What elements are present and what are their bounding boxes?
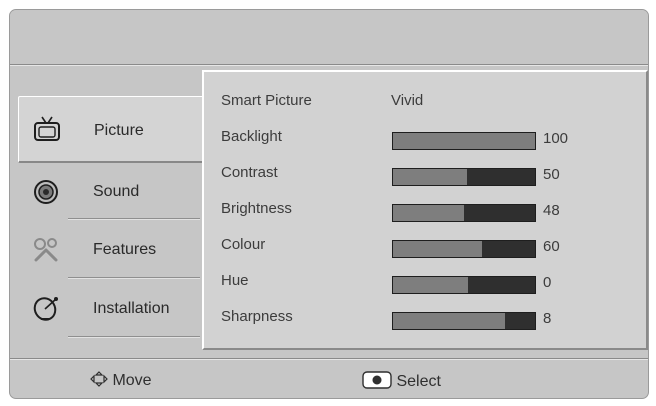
move-hint: Move: [90, 371, 152, 390]
setting-row-smart-picture[interactable]: Smart Picture Vivid: [204, 84, 644, 118]
sidebar-item-sound[interactable]: Sound: [18, 164, 200, 220]
hue-slider[interactable]: [392, 276, 536, 294]
sidebar-item-installation[interactable]: Installation: [18, 281, 200, 337]
setting-row-brightness[interactable]: Brightness 48: [204, 192, 644, 226]
speaker-icon: [32, 178, 60, 206]
sidebar-divider: [68, 218, 200, 220]
slider-fill: [393, 241, 483, 257]
setting-value: 100: [543, 130, 569, 147]
setting-value: 60: [543, 238, 560, 255]
category-sidebar: Picture Sound Features Installation: [10, 90, 204, 338]
select-label: Select: [396, 373, 441, 390]
osd-menu: Picture Sound Features Installation Smar…: [9, 9, 649, 399]
colour-slider[interactable]: [392, 240, 536, 258]
setting-value: 50: [543, 166, 560, 183]
setting-value: 48: [543, 202, 560, 219]
setting-label: Brightness: [221, 200, 292, 217]
sidebar-divider: [68, 277, 200, 279]
top-divider: [10, 64, 648, 66]
setting-row-sharpness[interactable]: Sharpness 8: [204, 300, 644, 334]
sidebar-divider: [68, 336, 200, 338]
slider-fill: [393, 205, 464, 221]
setting-row-hue[interactable]: Hue 0: [204, 264, 644, 298]
setting-row-backlight[interactable]: Backlight 100: [204, 120, 644, 154]
sidebar-item-label: Installation: [93, 300, 170, 317]
ok-button-icon: [362, 371, 392, 389]
setting-label: Sharpness: [221, 308, 293, 325]
title-bar: [10, 10, 648, 64]
setting-row-contrast[interactable]: Contrast 50: [204, 156, 644, 190]
setting-label: Contrast: [221, 164, 278, 181]
slider-fill: [393, 169, 467, 185]
brightness-slider[interactable]: [392, 204, 536, 222]
select-hint: Select: [362, 371, 441, 391]
slider-fill: [393, 313, 506, 329]
wrench-icon: [32, 236, 60, 264]
setting-value: 0: [543, 274, 552, 291]
setting-row-colour[interactable]: Colour 60: [204, 228, 644, 262]
tv-icon: [33, 115, 61, 143]
sharpness-slider[interactable]: [392, 312, 536, 330]
setting-label: Smart Picture: [221, 92, 312, 109]
sidebar-item-label: Sound: [93, 183, 140, 200]
slider-fill: [393, 277, 469, 293]
setting-value: Vivid: [391, 92, 424, 109]
setting-label: Hue: [221, 272, 249, 289]
setting-label: Colour: [221, 236, 266, 253]
sidebar-item-label: Features: [93, 241, 157, 258]
sidebar-item-features[interactable]: Features: [18, 222, 200, 278]
slider-fill: [393, 133, 535, 149]
setting-label: Backlight: [221, 128, 282, 145]
satellite-dish-icon: [32, 295, 60, 323]
picture-settings-panel: Smart Picture Vivid Backlight 100 Contra…: [202, 70, 648, 350]
four-way-arrows-icon: [90, 371, 108, 387]
contrast-slider[interactable]: [392, 168, 536, 186]
sidebar-item-label: Picture: [94, 122, 144, 139]
sidebar-item-picture[interactable]: Picture: [18, 96, 204, 163]
bottom-divider: [10, 358, 648, 360]
footer-hints: Move Select: [10, 365, 648, 398]
move-label: Move: [112, 372, 152, 389]
backlight-slider[interactable]: [392, 132, 536, 150]
setting-value: 8: [543, 310, 552, 327]
